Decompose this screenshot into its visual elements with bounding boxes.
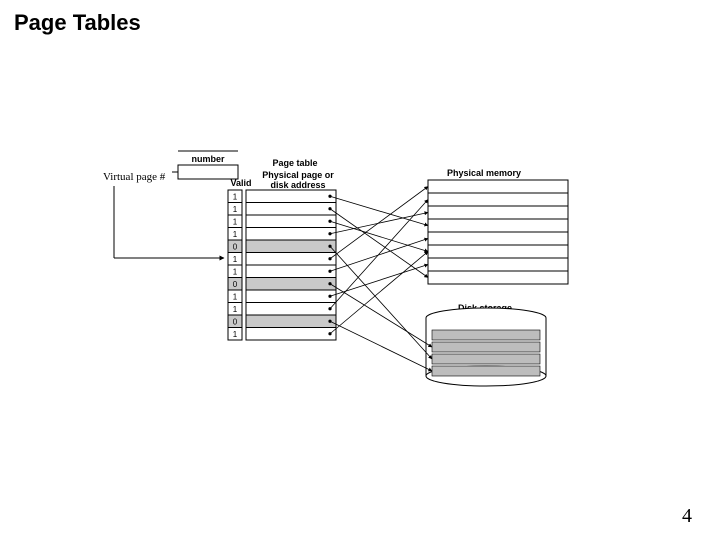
- valid-bit: 0: [233, 280, 238, 289]
- disk-cylinder: [426, 308, 546, 386]
- ppn-cell: [246, 203, 336, 216]
- valid-bit: 1: [233, 305, 238, 314]
- ppn-cell: [246, 190, 336, 203]
- pointer-arrow: [114, 172, 224, 258]
- ppn-cell: [246, 228, 336, 241]
- disk-slot: [432, 354, 540, 364]
- ppn-cell: [246, 278, 336, 291]
- map-to-disk: [330, 321, 432, 371]
- map-to-physical: [330, 221, 428, 251]
- valid-bit: 1: [233, 218, 238, 227]
- valid-bit: 1: [233, 230, 238, 239]
- map-to-disk: [330, 246, 432, 359]
- map-to-disk: [330, 284, 432, 347]
- physical-memory: [428, 180, 568, 284]
- page-table: 1 1 1 1 0 1 1 0 1 1 0 1: [228, 190, 336, 340]
- valid-bit: 1: [233, 293, 238, 302]
- mapping-lines: [330, 187, 432, 372]
- disk-slot: [432, 366, 540, 376]
- ppn-cell: [246, 240, 336, 253]
- ppn-cell: [246, 315, 336, 328]
- map-to-physical: [330, 187, 428, 259]
- ppn-cell: [246, 303, 336, 316]
- slide: Page Tables 4 Virtual page # number Page…: [0, 0, 720, 540]
- valid-bit: 0: [233, 318, 238, 327]
- ppn-cell: [246, 290, 336, 303]
- valid-bit: 1: [233, 330, 238, 339]
- valid-bit: 1: [233, 193, 238, 202]
- map-to-physical: [330, 196, 428, 225]
- ppn-cell: [246, 215, 336, 228]
- ppn-cell: [246, 328, 336, 341]
- vpn-register: [178, 151, 238, 179]
- disk-slot: [432, 342, 540, 352]
- valid-bit: 1: [233, 205, 238, 214]
- valid-bit: 1: [233, 268, 238, 277]
- page-table-diagram: 1 1 1 1 0 1 1 0 1 1 0 1: [0, 0, 720, 540]
- map-to-physical: [330, 265, 428, 297]
- ppn-cell: [246, 265, 336, 278]
- valid-bit: 1: [233, 255, 238, 264]
- disk-slot: [432, 330, 540, 340]
- valid-bit: 0: [233, 243, 238, 252]
- ppn-cell: [246, 253, 336, 266]
